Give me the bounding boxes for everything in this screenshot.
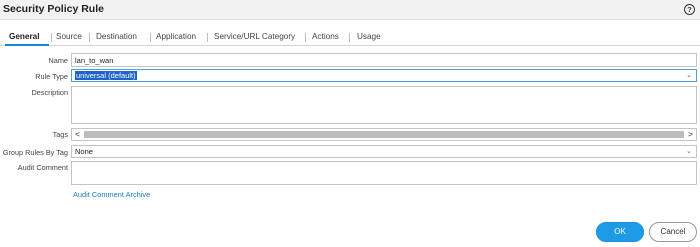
audit-comment-field[interactable] (71, 161, 697, 185)
tab-separator (305, 33, 306, 42)
tags-label: Tags (52, 130, 68, 139)
cancel-button[interactable]: Cancel (649, 222, 697, 242)
description-label: Description (31, 88, 69, 97)
rule-type-label: Rule Type (35, 72, 68, 81)
help-icon[interactable]: ? (684, 4, 695, 15)
tab-separator (150, 33, 151, 42)
tab-separator (349, 33, 350, 42)
tab-general[interactable]: General (9, 32, 40, 41)
tab-usage[interactable]: Usage (357, 32, 381, 41)
audit-comment-label: Audit Comment (17, 163, 68, 172)
ok-button[interactable]: OK (596, 222, 644, 242)
tab-source[interactable]: Source (56, 32, 82, 41)
chevron-down-icon[interactable]: ⌄ (686, 71, 692, 79)
chevron-down-icon[interactable]: ⌄ (686, 147, 692, 155)
name-field[interactable]: lan_to_wan (71, 53, 697, 67)
rule-type-select[interactable]: universal (default) ⌄ (71, 69, 697, 82)
description-field[interactable] (71, 86, 697, 124)
dialog-titlebar: Security Policy Rule ? (0, 0, 700, 20)
tab-actions[interactable]: Actions (312, 32, 339, 41)
name-label: Name (48, 56, 68, 65)
tab-separator (51, 33, 52, 42)
name-value: lan_to_wan (75, 56, 114, 65)
tab-application[interactable]: Application (156, 32, 196, 41)
group-rules-by-tag-select[interactable]: None ⌄ (71, 145, 697, 158)
tab-separator (89, 33, 90, 42)
scroll-left-icon[interactable]: < (75, 129, 80, 140)
dialog-title: Security Policy Rule (3, 3, 104, 15)
tab-service-url-category[interactable]: Service/URL Category (214, 32, 295, 41)
group-rules-by-tag-value: None (75, 147, 93, 156)
tab-destination[interactable]: Destination (96, 32, 137, 41)
active-tab-indicator (5, 44, 49, 46)
audit-comment-archive-link[interactable]: Audit Comment Archive (73, 190, 150, 199)
tags-scrollbar[interactable] (84, 131, 684, 138)
tags-field[interactable]: < > (71, 128, 697, 141)
tab-separator (207, 33, 208, 42)
rule-type-value: universal (default) (75, 71, 137, 80)
tab-bar: General Source Destination Application S… (0, 29, 700, 46)
scroll-right-icon[interactable]: > (688, 129, 693, 140)
group-rules-by-tag-label: Group Rules By Tag (2, 148, 68, 157)
